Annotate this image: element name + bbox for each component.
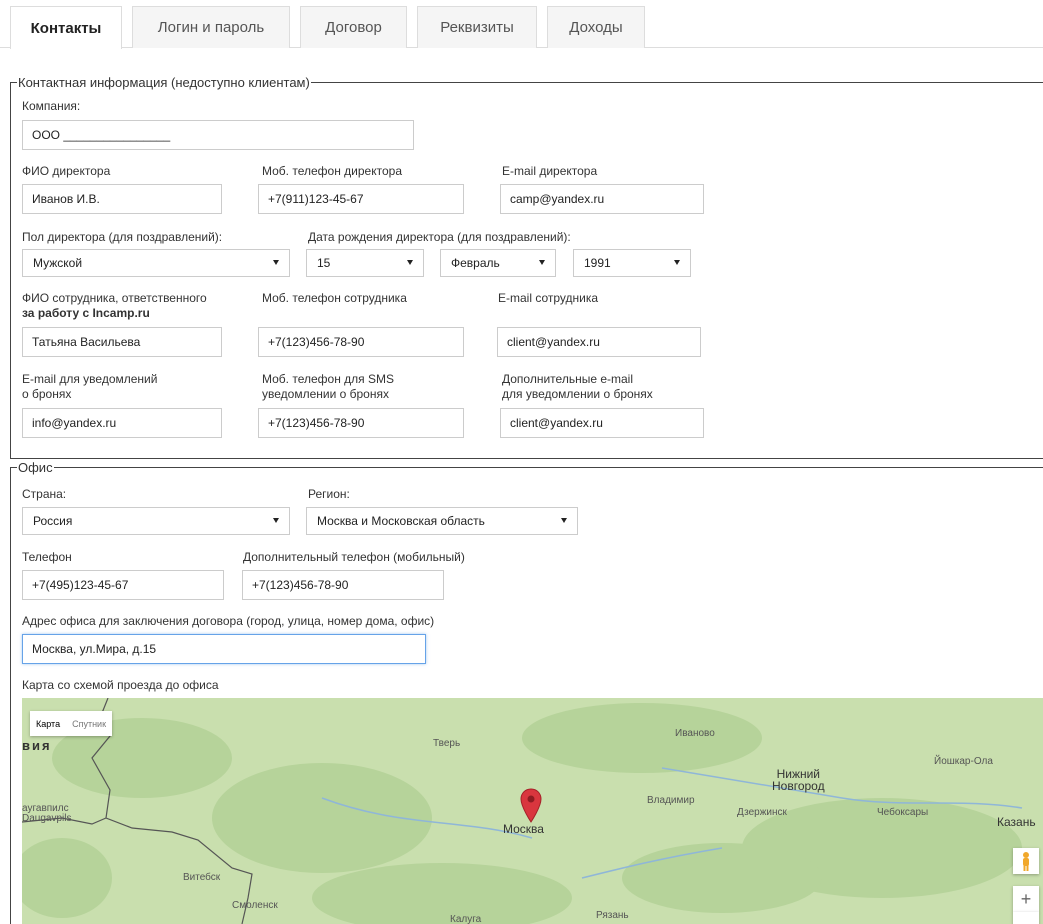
employee-name-input[interactable] — [22, 327, 222, 357]
map-city-daugavpils-line2: Daugavpils — [22, 813, 72, 824]
zoom-out-button[interactable]: − — [1013, 912, 1039, 924]
sms-phone-label-line2: уведомлении о бронях — [262, 387, 389, 401]
address-input[interactable] — [22, 634, 426, 664]
company-label: Компания: — [22, 99, 81, 113]
map-city-dzerzhinsk: Дзержинск — [737, 807, 787, 818]
chevron-down-icon — [407, 260, 413, 265]
address-label: Адрес офиса для заключения договора (гор… — [22, 614, 435, 628]
map-city-smolensk: Смоленск — [232, 900, 278, 911]
extra-email-label: Дополнительные e-mail для уведомлении о б… — [502, 372, 653, 402]
birth-day-select[interactable]: 15 — [306, 249, 424, 277]
director-name-label: ФИО директора — [22, 164, 111, 178]
office-legend: Офис — [17, 459, 54, 476]
birth-month-select[interactable]: Февраль — [440, 249, 556, 277]
director-name-input[interactable] — [22, 184, 222, 214]
map-city-nizhny: Нижний Новгород — [772, 768, 825, 792]
map-city-kaluga: Калуга — [450, 914, 482, 924]
map-city-moscow: Москва — [503, 822, 544, 836]
tab-bar: Контакты Логин и пароль Договор Реквизит… — [0, 0, 1043, 49]
employee-email-label: E-mail сотрудника — [498, 291, 599, 305]
country-select[interactable]: Россия — [22, 507, 290, 535]
office-map[interactable]: Карта Спутник вия Тверь Иваново Йошкар-О… — [22, 698, 1043, 924]
map-city-ryazan: Рязань — [596, 910, 629, 921]
location-marker-icon[interactable] — [520, 788, 542, 824]
map-label-partial: вия — [22, 738, 52, 753]
chevron-down-icon — [273, 518, 279, 523]
sms-phone-input[interactable] — [258, 408, 464, 438]
country-value: Россия — [33, 514, 73, 528]
extra-email-input[interactable] — [500, 408, 704, 438]
extra-email-label-line2: для уведомлении о бронях — [502, 387, 653, 401]
chevron-down-icon — [273, 260, 279, 265]
region-label: Регион: — [308, 487, 350, 501]
map-city-vladimir: Владимир — [647, 795, 695, 806]
gender-select[interactable]: Мужской — [22, 249, 290, 277]
office-phone-input[interactable] — [22, 570, 224, 600]
birthday-label: Дата рождения директора (для поздравлени… — [308, 230, 571, 244]
tab-login-password[interactable]: Логин и пароль — [132, 6, 290, 48]
region-select[interactable]: Москва и Московская область — [306, 507, 578, 535]
employee-phone-input[interactable] — [258, 327, 464, 357]
extra-phone-input[interactable] — [242, 570, 444, 600]
tab-contacts[interactable]: Контакты — [10, 6, 122, 49]
map-city-nizhny-line2: Новгород — [772, 779, 825, 793]
map-city-kazan: Казань — [997, 815, 1036, 829]
employee-email-input[interactable] — [497, 327, 701, 357]
tab-income[interactable]: Доходы — [547, 6, 645, 48]
notify-email-label-line1: E-mail для уведомлений — [22, 372, 158, 386]
birth-year-value: 1991 — [584, 256, 611, 270]
gender-value: Мужской — [33, 256, 83, 270]
contact-info-legend: Контактная информация (недоступно клиент… — [17, 74, 311, 91]
map-type-satellite-button[interactable]: Спутник — [66, 719, 112, 729]
map-label: Карта со схемой проезда до офиса — [22, 678, 219, 692]
extra-email-label-line1: Дополнительные e-mail — [502, 372, 633, 386]
chevron-down-icon — [539, 260, 545, 265]
region-value: Москва и Московская область — [317, 514, 485, 528]
map-city-ivanovo: Иваново — [675, 728, 715, 739]
notify-email-label-line2: о бронях — [22, 387, 72, 401]
director-phone-input[interactable] — [258, 184, 464, 214]
tab-contract[interactable]: Договор — [300, 6, 407, 48]
notify-email-label: E-mail для уведомлений о бронях — [22, 372, 157, 402]
extra-phone-label: Дополнительный телефон (мобильный) — [243, 550, 465, 564]
birth-day-value: 15 — [317, 256, 331, 270]
country-label: Страна: — [22, 487, 67, 501]
birth-year-select[interactable]: 1991 — [573, 249, 691, 277]
office-phone-label: Телефон — [22, 550, 72, 564]
map-type-map-button[interactable]: Карта — [30, 719, 66, 729]
map-type-control: Карта Спутник — [30, 711, 113, 736]
employee-name-label: ФИО сотрудника, ответственного за работу … — [22, 291, 207, 321]
birth-month-value: Февраль — [451, 256, 500, 270]
map-city-vitebsk: Витебск — [183, 872, 221, 883]
map-city-yoshkar: Йошкар-Ола — [934, 756, 993, 767]
chevron-down-icon — [674, 260, 680, 265]
employee-phone-label: Моб. телефон сотрудника — [262, 291, 407, 305]
employee-name-label-line2: за работу с Incamp.ru — [22, 306, 150, 320]
chevron-down-icon — [561, 518, 567, 523]
sms-phone-label: Моб. телефон для SMS уведомлении о бронях — [262, 372, 394, 402]
map-city-daugavpils: аугавпилс Daugavpils — [22, 804, 71, 824]
zoom-in-button[interactable]: + — [1013, 886, 1039, 912]
director-email-label: E-mail директора — [502, 164, 598, 178]
map-city-tver: Тверь — [433, 738, 461, 749]
company-input[interactable] — [22, 120, 414, 150]
employee-name-label-line1: ФИО сотрудника, ответственного — [22, 291, 207, 305]
director-phone-label: Моб. телефон директора — [262, 164, 402, 178]
sms-phone-label-line1: Моб. телефон для SMS — [262, 372, 395, 386]
pegman-icon[interactable] — [1013, 848, 1039, 874]
map-city-cheboksary: Чебоксары — [877, 807, 929, 818]
notify-email-input[interactable] — [22, 408, 222, 438]
director-email-input[interactable] — [500, 184, 704, 214]
gender-label: Пол директора (для поздравлений): — [22, 230, 223, 244]
tab-requisites[interactable]: Реквизиты — [417, 6, 537, 48]
